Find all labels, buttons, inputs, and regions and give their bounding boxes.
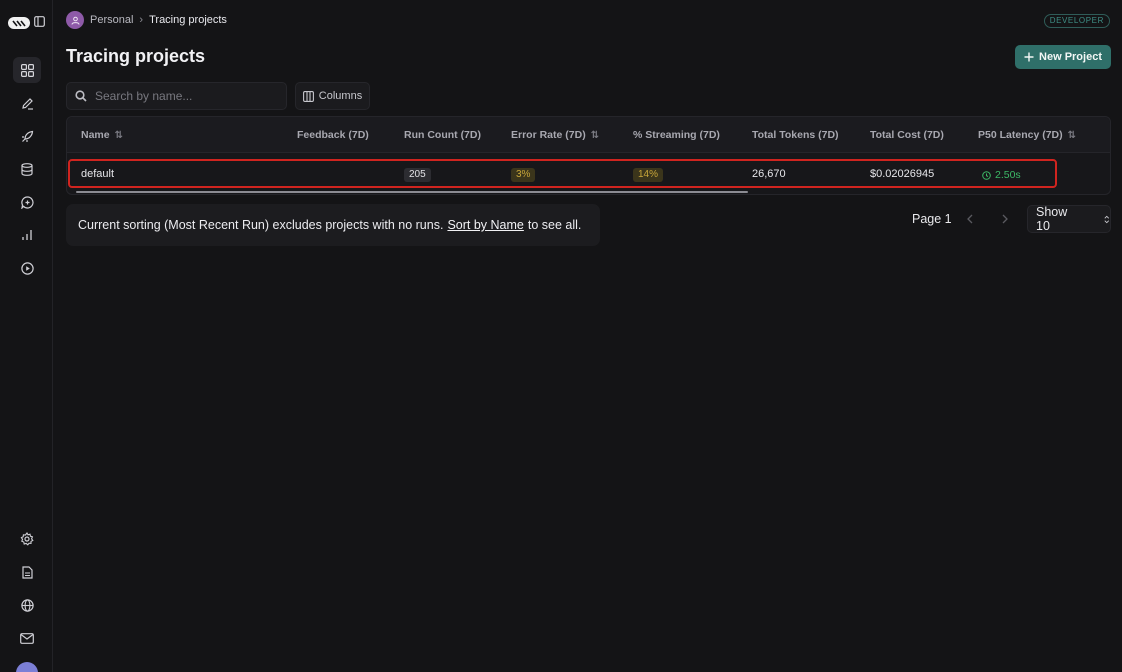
chevron-left-icon [967, 214, 973, 224]
header-streaming-label: % Streaming (7D) [633, 129, 720, 141]
langsmith-logo [8, 17, 30, 29]
cell-total-cost: $0.02026945 [870, 168, 935, 180]
page-title: Tracing projects [66, 46, 206, 66]
table-header: Name ⇅ Feedback (7D) Run Count (7D) Erro… [67, 117, 1110, 153]
columns-icon [302, 90, 314, 102]
header-total-tokens-label: Total Tokens (7D) [752, 129, 839, 141]
breadcrumb-current: Tracing projects [149, 14, 227, 26]
header-p50-latency-label: P50 Latency (7D) [978, 129, 1063, 141]
rocket-icon [21, 130, 33, 142]
plus-icon [1024, 52, 1034, 62]
user-icon [71, 16, 79, 25]
nav-datasets-button[interactable] [13, 156, 41, 182]
globe-icon [20, 598, 34, 612]
gear-icon [20, 532, 34, 546]
header-total-cost-label: Total Cost (7D) [870, 129, 944, 141]
header-name-label: Name [81, 129, 110, 141]
header-streaming: % Streaming (7D) [633, 129, 720, 141]
notice-text-end: to see all. [527, 218, 582, 232]
next-page-button[interactable] [991, 206, 1019, 232]
grid-icon [20, 63, 34, 77]
breadcrumb-workspace[interactable]: Personal [90, 14, 133, 26]
new-project-button[interactable]: New Project [1015, 45, 1111, 69]
notice-text: Current sorting (Most Recent Run) exclud… [78, 218, 444, 232]
chevron-updown-icon [1104, 215, 1110, 223]
header-total-cost: Total Cost (7D) [870, 129, 944, 141]
nav-language-button[interactable] [13, 592, 41, 618]
logo-row [8, 14, 45, 32]
user-avatar[interactable] [16, 662, 38, 672]
nav-contact-button[interactable] [13, 625, 41, 651]
bar-chart-icon [22, 230, 32, 240]
nav-monitoring-button[interactable] [13, 222, 41, 248]
sidebar [0, 0, 53, 672]
page-size-select[interactable]: Show 10 [1027, 205, 1111, 233]
projects-table: Name ⇅ Feedback (7D) Run Count (7D) Erro… [66, 116, 1111, 195]
nav-prompts-button[interactable] [13, 189, 41, 215]
cell-p50-latency: 2.50s [982, 169, 1021, 181]
sort-icon[interactable]: ⇅ [591, 130, 599, 141]
chevron-right-icon: › [139, 14, 144, 26]
nav-annotate-button[interactable] [13, 90, 41, 116]
cell-run-count: 205 [404, 168, 431, 182]
header-p50-latency[interactable]: P50 Latency (7D) ⇅ [978, 129, 1076, 141]
environment-badge: DEVELOPER [1043, 14, 1110, 28]
page-indicator: Page 1 [912, 212, 952, 226]
pen-icon [21, 97, 33, 110]
chevron-right-icon [1002, 214, 1008, 224]
header-run-count: Run Count (7D) [404, 129, 481, 141]
columns-button[interactable]: Columns [295, 82, 370, 110]
document-icon [21, 565, 33, 579]
header-feedback: Feedback (7D) [297, 129, 369, 141]
cell-project-name[interactable]: default [81, 168, 114, 180]
sort-icon[interactable]: ⇅ [115, 130, 123, 141]
latency-value: 2.50s [995, 169, 1021, 181]
mail-icon [20, 632, 34, 644]
prev-page-button[interactable] [956, 206, 984, 232]
nav-deploy-button[interactable] [13, 123, 41, 149]
header-error-rate[interactable]: Error Rate (7D) ⇅ [511, 129, 599, 141]
header-run-count-label: Run Count (7D) [404, 129, 481, 141]
search-input[interactable] [95, 89, 275, 103]
cell-streaming: 14% [633, 168, 664, 182]
sort-by-name-link[interactable]: Sort by Name [447, 218, 523, 232]
header-total-tokens: Total Tokens (7D) [752, 129, 839, 141]
sorting-notice: Current sorting (Most Recent Run) exclud… [66, 204, 600, 246]
nav-docs-button[interactable] [13, 559, 41, 585]
cell-error-rate: 3% [511, 168, 536, 182]
clock-icon [982, 170, 991, 180]
cell-total-tokens: 26,670 [752, 168, 786, 180]
horizontal-scrollbar[interactable] [76, 191, 748, 193]
sort-icon[interactable]: ⇅ [1068, 130, 1076, 141]
chat-plus-icon [20, 195, 34, 209]
nav-playground-button[interactable] [13, 255, 41, 281]
nav-settings-button[interactable] [13, 526, 41, 552]
search-icon [75, 90, 87, 102]
page-size-label: Show 10 [1036, 205, 1068, 233]
nav-dashboard-button[interactable] [13, 57, 41, 83]
database-icon [21, 162, 33, 176]
play-circle-icon [20, 261, 34, 275]
columns-label: Columns [318, 90, 363, 102]
workspace-avatar [66, 11, 84, 29]
header-error-rate-label: Error Rate (7D) [511, 129, 586, 141]
header-name[interactable]: Name ⇅ [81, 129, 123, 141]
search-box [66, 82, 287, 110]
panel-toggle-icon[interactable] [34, 14, 45, 32]
new-project-label: New Project [1039, 51, 1102, 63]
header-feedback-label: Feedback (7D) [297, 129, 369, 141]
breadcrumb: Personal › Tracing projects [66, 11, 227, 29]
